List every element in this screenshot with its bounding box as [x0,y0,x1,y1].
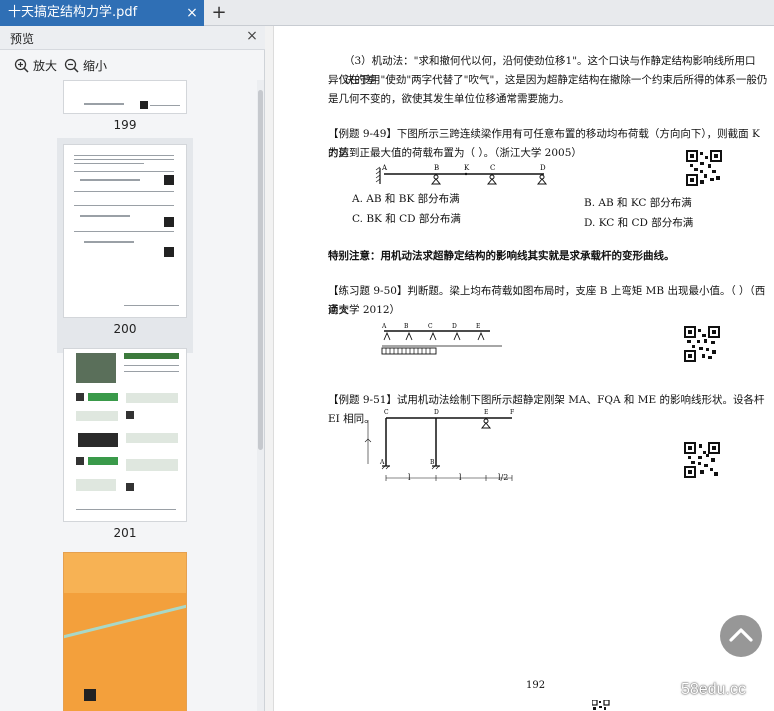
dimension-label: l [408,473,411,482]
close-tab-button[interactable]: × [183,0,201,26]
sidebar-scrollbar[interactable] [257,80,264,711]
rigid-frame-diagram: C D E F A B [364,409,514,481]
paragraph-line: 是几何不变的，欲使其发生单位位移通常需要施力。 [328,93,570,105]
page-number: 192 [526,680,546,691]
tab-bar: 十天搞定结构力学.pdf × + [0,0,774,26]
page-label-201: 201 [113,526,137,540]
scroll-to-top-button[interactable] [720,615,762,657]
continuous-beam-diagram: A B K C D [375,164,548,185]
document-viewer[interactable]: （3）机动法："求和撤何代以何，沿何使劲位移1"。这个口诀与作静定结构影响线所用… [265,26,774,711]
svg-text:E: E [476,323,480,330]
sidebar-close-button[interactable]: × [244,28,260,46]
qr-code-image [592,700,610,710]
svg-text:B: B [434,164,439,172]
page-label-200: 200 [113,322,137,336]
zoom-in-label: 放大 [33,58,58,73]
option-c: C. BK 和 CD 部分布满 [352,213,461,225]
qr-code-image [686,150,722,186]
site-watermark: 58edu.cc [681,681,746,698]
thumbnail-list: 199 200 201 [5,80,257,711]
sidebar-scroll-thumb[interactable] [258,90,263,450]
dimension-label: l [459,473,462,482]
svg-text:A: A [379,459,385,466]
special-note: 特别注意：用机动法求超静定结构的影响线其实就是求承载杆的变形曲线。 [328,250,675,262]
svg-text:K: K [464,164,470,172]
preview-sidebar: 预览 × 放大 缩小 199 200 201 [0,26,265,711]
dimension-label: l/2 [498,473,509,482]
svg-text:C: C [384,409,389,416]
svg-text:A: A [381,323,387,330]
paragraph-line: 异仅在于用"使劲"两字代替了"吹气"，这是因为超静定结构在撤除一个约束后所得的体… [328,74,768,86]
qr-code-image [684,326,720,362]
zoom-toolbar: 放大 缩小 [0,50,265,80]
page-thumbnail-200[interactable] [63,144,187,318]
document-tab-title: 十天搞定结构力学.pdf [8,5,138,20]
option-d: D. KC 和 CD 部分布满 [584,217,694,229]
qr-code-image [684,442,720,478]
zoom-out-icon [64,58,79,73]
svg-text:D: D [452,323,457,330]
page-label-199: 199 [113,118,137,132]
zoom-out-button[interactable]: 缩小 [64,56,107,74]
sidebar-header: 预览 × [0,26,265,50]
uniform-load-beam-diagram: A B C D E [381,323,502,355]
page-thumbnail-201[interactable] [63,348,187,522]
svg-text:C: C [490,164,495,172]
svg-text:F: F [510,409,514,416]
zoom-in-icon [14,58,29,73]
page-thumbnail-199[interactable] [63,80,187,114]
sidebar-title: 预览 [10,32,35,46]
svg-text:B: B [430,459,435,466]
svg-text:A: A [381,164,388,172]
svg-text:E: E [484,409,488,416]
practice-9-50-line: 通大学 2012） [328,304,401,316]
page-thumbnail-202[interactable] [63,552,187,711]
document-page: （3）机动法："求和撤何代以何，沿何使劲位移1"。这个口诀与作静定结构影响线所用… [273,26,774,711]
zoom-in-button[interactable]: 放大 [14,56,57,74]
svg-text:C: C [428,323,433,330]
new-tab-button[interactable]: + [209,0,229,26]
svg-text:D: D [434,409,439,416]
zoom-out-label: 缩小 [83,58,108,73]
pdf-reader-window: 十天搞定结构力学.pdf × + 预览 × 放大 缩小 199 200 201 … [0,0,774,711]
option-a: A. AB 和 BK 部分布满 [352,193,460,205]
chevron-up-icon [729,628,753,642]
option-b: B. AB 和 KC 部分布满 [584,197,692,209]
svg-text:D: D [540,164,546,172]
svg-text:B: B [404,323,409,330]
document-tab[interactable]: 十天搞定结构力学.pdf [0,0,204,26]
